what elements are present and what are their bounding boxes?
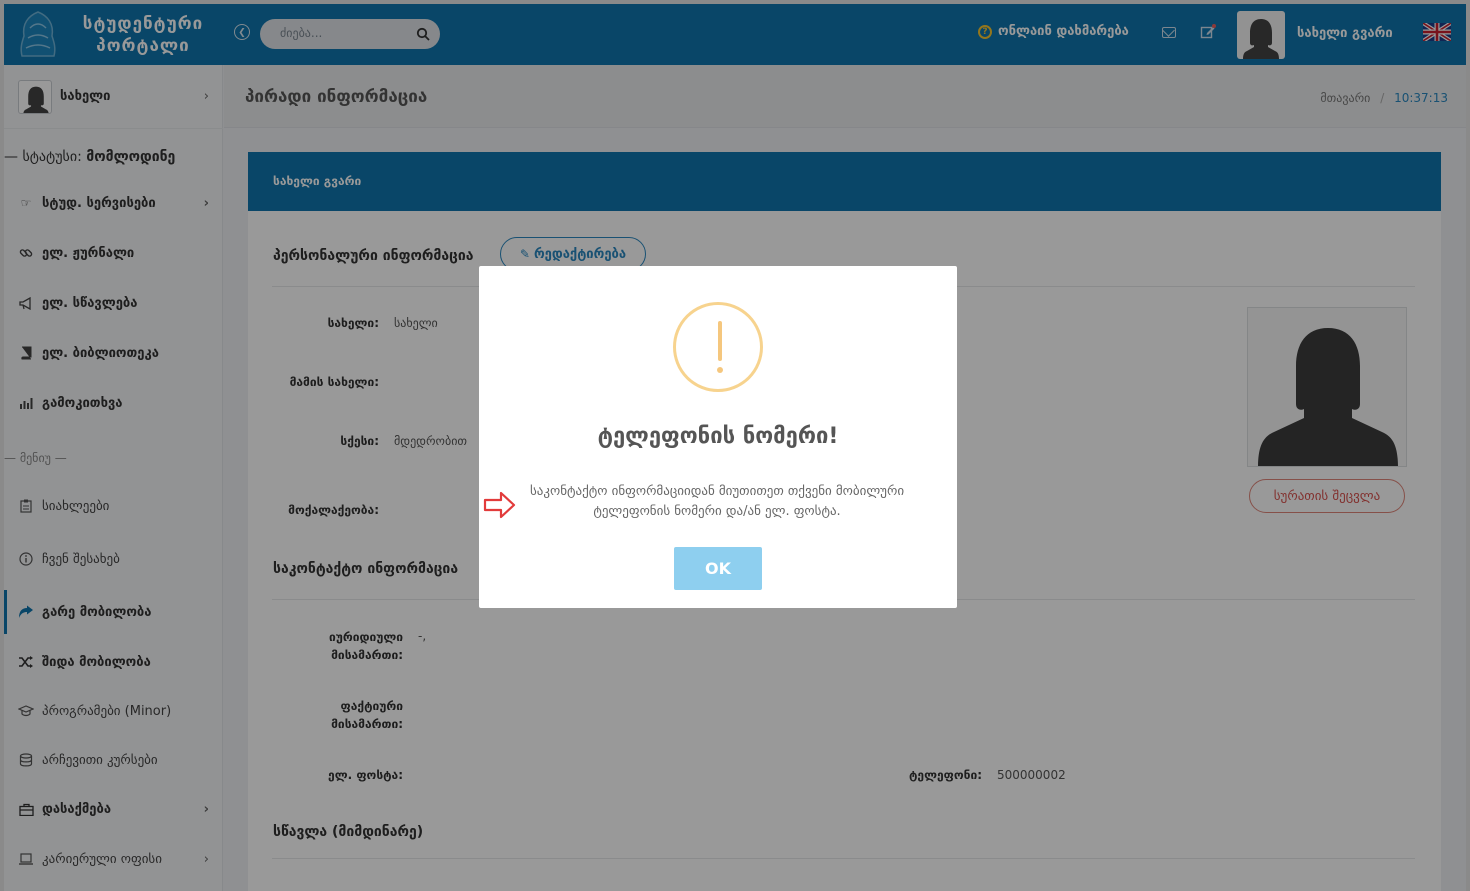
warning-icon (673, 302, 763, 392)
ok-button[interactable]: OK (674, 547, 762, 590)
dialog-title: ტელეფონის ნომერი! (597, 424, 839, 449)
dialog-message: საკონტაქტო ინფორმაციიდან მიუთითეთ თქვენი… (529, 484, 905, 519)
app-frame: სტუდენტური პორტალი ❮ ძიება... ? ონლაინ დ… (4, 4, 1466, 891)
arrow-right-icon (483, 491, 516, 519)
alert-dialog: ტელეფონის ნომერი! საკონტაქტო ინფორმაციიდ… (479, 266, 957, 608)
